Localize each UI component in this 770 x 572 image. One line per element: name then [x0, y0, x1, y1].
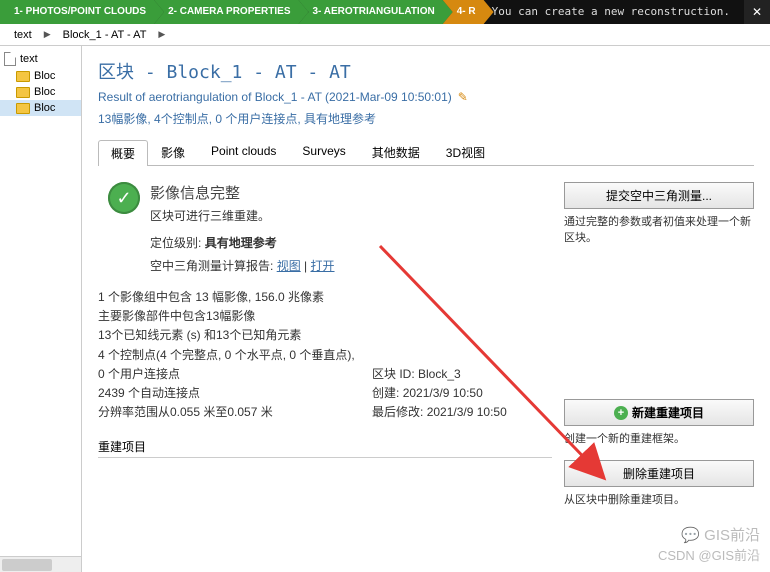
block-subtitle: Result of aerotriangulation of Block_1 -… [98, 90, 754, 104]
stats-block: 1 个影像组中包含 13 幅影像, 156.0 兆像素 主要影像部件中包含13幅… [98, 288, 552, 422]
folder-icon [16, 87, 30, 98]
tree-item[interactable]: Bloc [0, 68, 81, 84]
block-summary: 13幅影像, 4个控制点, 0 个用户连接点, 具有地理参考 [98, 110, 754, 127]
tab-3dview[interactable]: 3D视图 [433, 139, 498, 165]
file-icon [4, 52, 16, 66]
report-line: 空中三角测量计算报告: 视图 | 打开 [150, 257, 552, 274]
folder-icon [16, 71, 30, 82]
status-message: You can create a new reconstruction. [484, 0, 744, 24]
block-title: 区块 - Block_1 - AT - AT [98, 58, 754, 84]
rebuild-section-header: 重建项目 [98, 438, 552, 458]
folder-icon [16, 103, 30, 114]
check-icon: ✓ [108, 182, 140, 214]
tab-overview[interactable]: 概要 [98, 140, 148, 166]
breadcrumb-item[interactable]: text [14, 29, 32, 41]
tabs: 概要 影像 Point clouds Surveys 其他数据 3D视图 [98, 139, 754, 166]
positioning-level: 定位级别: 具有地理参考 [150, 234, 552, 251]
chevron-right-icon: ▶ [44, 29, 51, 40]
watermark: 💬 GIS前沿 CSDN @GIS前沿 [658, 524, 760, 564]
tab-otherdata[interactable]: 其他数据 [359, 139, 433, 165]
breadcrumb: text ▶ Block_1 - AT - AT ▶ [0, 24, 770, 46]
tab-images[interactable]: 影像 [148, 139, 198, 165]
submit-aero-button[interactable]: 提交空中三角测量... [564, 182, 754, 209]
info-status-title: 影像信息完整 [150, 182, 270, 203]
workflow-steps: 1- PHOTOS/POINT CLOUDS 2- CAMERA PROPERT… [0, 0, 770, 24]
step-camera[interactable]: 2- CAMERA PROPERTIES [154, 0, 308, 24]
new-reconstruction-desc: 创建一个新的重建框架。 [564, 430, 754, 446]
chevron-right-icon: ▶ [158, 29, 165, 40]
info-status-sub: 区块可进行三维重建。 [150, 207, 270, 224]
tab-surveys[interactable]: Surveys [289, 139, 358, 165]
delete-reconstruction-desc: 从区块中删除重建项目。 [564, 491, 754, 507]
content-panel: 区块 - Block_1 - AT - AT Result of aerotri… [82, 46, 770, 572]
step-photos[interactable]: 1- PHOTOS/POINT CLOUDS [0, 0, 164, 24]
edit-icon[interactable]: ✎ [458, 90, 468, 104]
actions-sidebar: 提交空中三角测量... 通过完整的参数或者初值来处理一个新区块。 + 新建重建项… [564, 182, 754, 521]
tab-pointclouds[interactable]: Point clouds [198, 139, 289, 165]
new-reconstruction-button[interactable]: + 新建重建项目 [564, 399, 754, 426]
tree-root[interactable]: text [0, 50, 81, 68]
tree-item-selected[interactable]: Bloc [0, 100, 81, 116]
delete-reconstruction-button[interactable]: 删除重建项目 [564, 460, 754, 487]
breadcrumb-item[interactable]: Block_1 - AT - AT [63, 29, 147, 41]
view-report-link[interactable]: 视图 [277, 259, 301, 273]
close-icon[interactable]: ✕ [744, 5, 770, 19]
scrollbar-horizontal[interactable] [0, 556, 81, 572]
tree-item[interactable]: Bloc [0, 84, 81, 100]
step-aero[interactable]: 3- AEROTRIANGULATION [298, 0, 452, 24]
open-report-link[interactable]: 打开 [311, 259, 335, 273]
plus-icon: + [614, 406, 628, 420]
project-tree: text Bloc Bloc Bloc [0, 46, 82, 572]
submit-aero-desc: 通过完整的参数或者初值来处理一个新区块。 [564, 213, 754, 245]
